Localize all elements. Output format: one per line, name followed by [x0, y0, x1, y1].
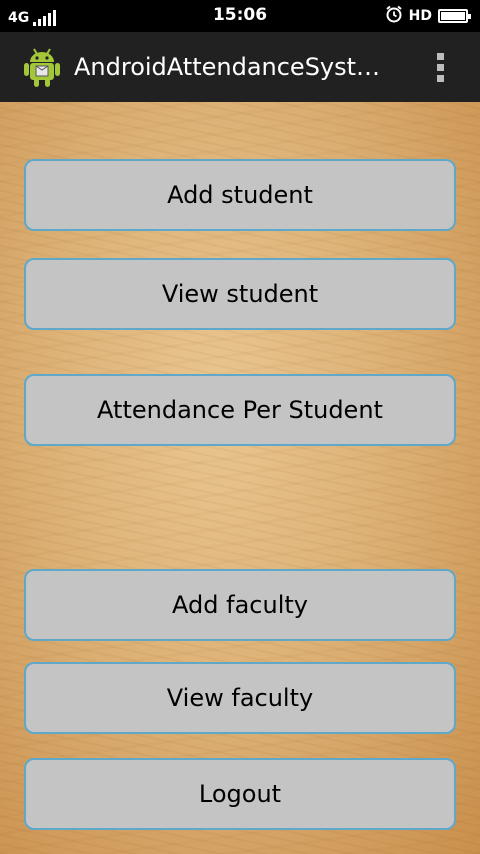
overflow-menu-icon[interactable]: [430, 48, 450, 86]
alarm-icon: [385, 5, 403, 27]
hd-label: HD: [408, 8, 432, 24]
main-content: Add student View student Attendance Per …: [0, 102, 480, 854]
android-icon: [22, 46, 62, 88]
app-bar: AndroidAttendanceSystem: [0, 32, 480, 102]
app-title: AndroidAttendanceSystem: [74, 53, 394, 81]
status-bar: 4G 15:06 HD: [0, 0, 480, 32]
status-icons: HD: [385, 5, 471, 27]
add-faculty-button[interactable]: Add faculty: [24, 569, 456, 641]
view-faculty-button[interactable]: View faculty: [24, 662, 456, 734]
battery-icon: [438, 9, 471, 23]
view-student-button[interactable]: View student: [24, 258, 456, 330]
attendance-per-student-button[interactable]: Attendance Per Student: [24, 374, 456, 446]
add-student-button[interactable]: Add student: [24, 159, 456, 231]
logout-button[interactable]: Logout: [24, 758, 456, 830]
